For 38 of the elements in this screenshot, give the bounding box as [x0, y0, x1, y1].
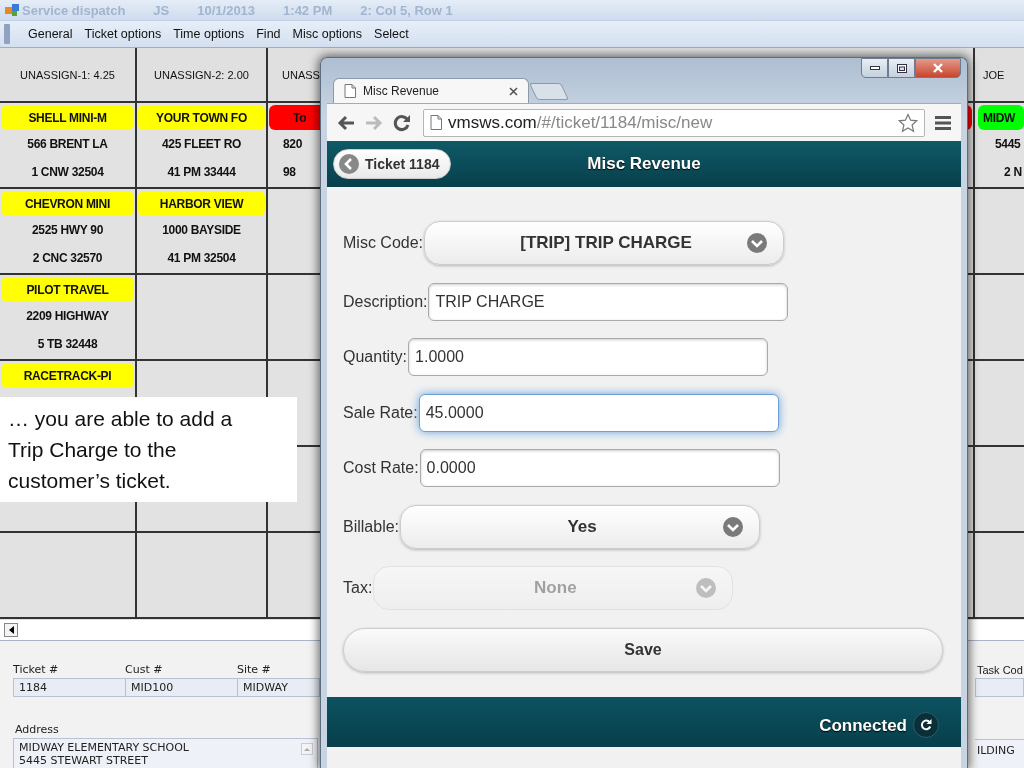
column-header: JOE [983, 68, 1005, 81]
field-label: Sale Rate: [343, 403, 418, 422]
field-label: Description: [343, 292, 428, 311]
ticket-street: 425 FLEET RO [161, 137, 242, 151]
ticket-street: 1000 BAYSIDE [162, 223, 241, 237]
position-label: 2: Col 5, Row 1 [360, 2, 453, 18]
ticket-street: 2209 HIGHWAY [26, 309, 109, 323]
page-title: Misc Revenue [587, 154, 701, 174]
field-label: Billable: [343, 517, 400, 536]
time-label: 1:42 PM [283, 2, 333, 18]
ticket-city: 98 [283, 165, 296, 179]
ticket-city: 2 N [1004, 165, 1022, 179]
url-text: vmsws.com/#/ticket/1184/misc/new [448, 112, 714, 133]
field-label: Task Cod [977, 664, 1023, 676]
ticket-city: 5 TB 32448 [37, 337, 98, 351]
field-label: Tax: [343, 579, 373, 597]
ticket-street: 566 BRENT LA [27, 137, 108, 151]
field-label: Site # [237, 663, 271, 676]
field-label: Misc Code: [343, 234, 424, 252]
date-label: 10/1/2013 [197, 2, 256, 18]
ticket-city: 41 PM 33444 [167, 165, 236, 179]
field-label: Quantity: [343, 348, 408, 366]
user-label: JS [153, 2, 170, 18]
field-label: Cost Rate: [343, 459, 419, 477]
column-header: UNASS [282, 68, 320, 81]
column-header: UNASSIGN-2: 2.00 [154, 68, 249, 81]
ticket-city: 41 PM 32504 [167, 251, 236, 265]
ticket-city: 2 CNC 32570 [32, 251, 103, 265]
field-label: Ticket # [13, 663, 59, 676]
ticket-street: 2525 HWY 90 [31, 223, 104, 237]
ticket-street: 5445 [995, 137, 1021, 151]
ticket-city: 1 CNW 32504 [31, 165, 104, 179]
status-text: Connected [819, 716, 907, 736]
field-label: Cust # [125, 663, 163, 676]
ticket-street: 820 [283, 137, 303, 151]
app-title: Service dispatch [22, 2, 126, 18]
column-header: UNASSIGN-1: 4.25 [20, 68, 115, 81]
field-label: Address [15, 723, 59, 736]
